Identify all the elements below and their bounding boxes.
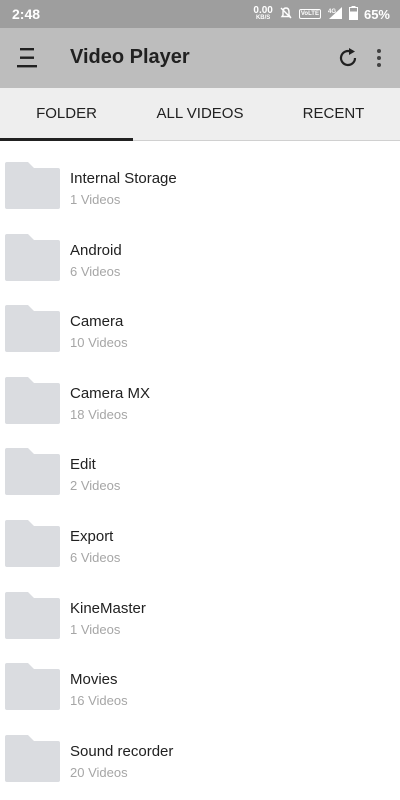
- folder-icon: [5, 591, 60, 639]
- status-time: 2:48: [12, 6, 41, 22]
- folder-icon: [5, 734, 60, 782]
- list-item[interactable]: Android 6 Videos: [0, 213, 400, 285]
- folder-name: Edit: [70, 456, 96, 474]
- folder-icon: [5, 162, 60, 209]
- tab-recent[interactable]: RECENT: [267, 88, 400, 140]
- status-bar: 2:48 0.00 KB/S VoLTE 4G 65%: [0, 0, 400, 28]
- list-item[interactable]: Sound recorder 20 Videos: [0, 714, 400, 786]
- folder-icon: [5, 305, 60, 353]
- app-bar: Video Player: [0, 28, 400, 88]
- folder-video-count: 10 Videos: [70, 335, 128, 351]
- volte-badge: VoLTE: [298, 9, 321, 19]
- folder-icon: [5, 376, 60, 424]
- menu-icon[interactable]: [14, 44, 40, 72]
- folder-video-count: 6 Videos: [70, 549, 121, 565]
- refresh-icon[interactable]: [335, 44, 361, 72]
- folder-name: Export: [70, 527, 114, 545]
- tab-bar: FOLDER ALL VIDEOS RECENT: [0, 88, 400, 141]
- network-speed: 0.00 KB/S: [253, 5, 273, 22]
- list-item[interactable]: Camera 10 Videos: [0, 284, 400, 356]
- folder-video-count: 20 Videos: [70, 764, 128, 780]
- folder-video-count: 18 Videos: [70, 406, 128, 422]
- folder-name: Camera MX: [70, 384, 151, 402]
- folder-name: Android: [70, 241, 122, 259]
- folder-icon: [5, 663, 60, 711]
- battery-icon: [348, 5, 358, 23]
- folder-video-count: 1 Videos: [70, 621, 121, 637]
- list-item[interactable]: Export 6 Videos: [0, 499, 400, 571]
- folder-icon: [5, 233, 60, 281]
- signal-icon: 4G: [327, 6, 343, 23]
- list-item[interactable]: Camera MX 18 Videos: [0, 356, 400, 428]
- status-icons: 0.00 KB/S VoLTE 4G 65%: [253, 5, 390, 23]
- svg-text:4G: 4G: [328, 9, 336, 15]
- tab-folder[interactable]: FOLDER: [0, 88, 133, 140]
- folder-name: Movies: [70, 671, 118, 689]
- more-vert-icon[interactable]: [370, 44, 388, 72]
- folder-icon: [5, 448, 60, 496]
- folder-video-count: 2 Videos: [70, 478, 121, 494]
- folder-name: Internal Storage: [70, 170, 177, 187]
- folder-video-count: 16 Videos: [70, 693, 128, 709]
- tab-all-videos[interactable]: ALL VIDEOS: [133, 88, 267, 140]
- list-item[interactable]: KineMaster 1 Videos: [0, 571, 400, 643]
- list-item[interactable]: Movies 16 Videos: [0, 642, 400, 714]
- folder-icon: [5, 519, 60, 567]
- folder-name: KineMaster: [70, 599, 146, 617]
- list-item[interactable]: Internal Storage 1 Videos: [0, 141, 400, 213]
- folder-name: Sound recorder: [70, 742, 174, 760]
- list-item[interactable]: Edit 2 Videos: [0, 427, 400, 499]
- notifications-off-icon: [279, 6, 293, 23]
- battery-percent: 65%: [363, 6, 390, 22]
- folder-video-count: 1 Videos: [70, 192, 121, 207]
- page-title: Video Player: [70, 46, 190, 68]
- folder-name: Camera: [70, 313, 124, 331]
- folder-video-count: 6 Videos: [70, 263, 121, 279]
- folder-list: Internal Storage 1 Videos Android 6 Vide…: [0, 141, 400, 785]
